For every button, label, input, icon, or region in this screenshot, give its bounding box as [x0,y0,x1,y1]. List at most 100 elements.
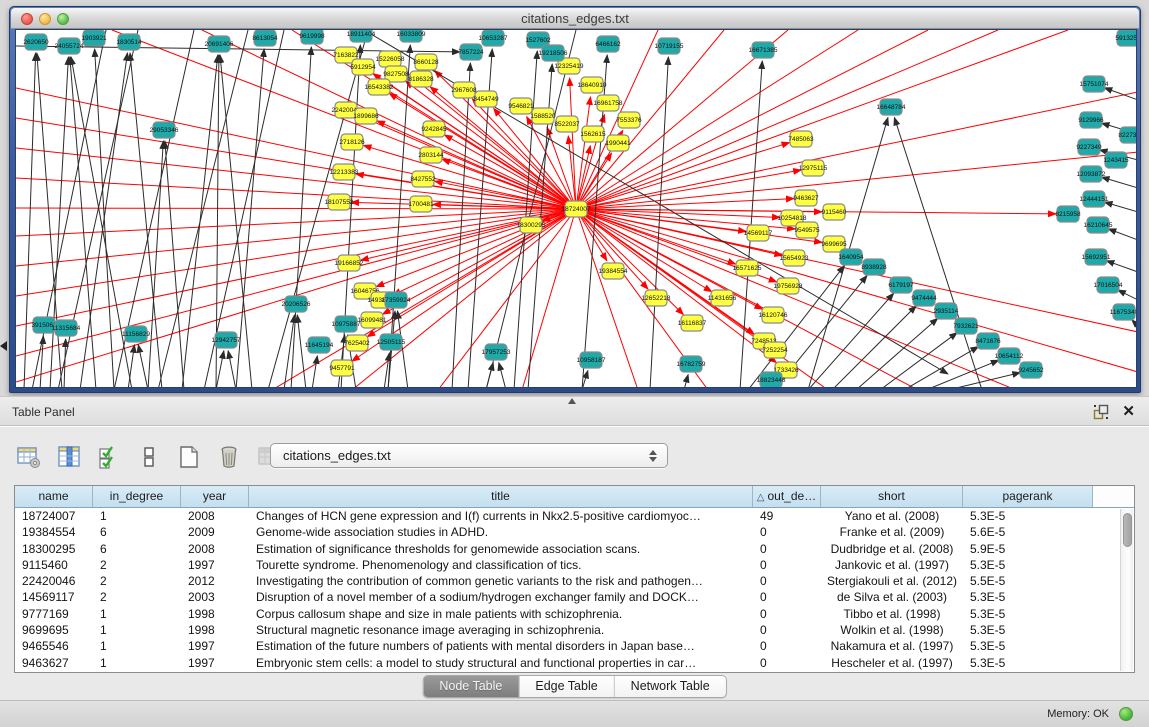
graph-node[interactable]: 16671385 [749,42,778,58]
graph-node[interactable]: 1700481 [408,196,434,212]
show-columns-icon[interactable] [56,444,82,470]
graph-node[interactable]: 6179197 [888,277,914,293]
graph-node[interactable]: 8613054 [252,30,278,46]
table-scrollbar-thumb[interactable] [1123,513,1132,547]
graph-node[interactable]: 1243415 [1103,152,1129,168]
graph-node[interactable]: 11431656 [708,290,737,306]
graph-node[interactable]: 16120746 [759,307,788,323]
graph-node[interactable]: 1640954 [838,249,864,265]
graph-node[interactable]: 15226058 [376,51,405,67]
graph-node[interactable]: 8660128 [413,54,439,70]
graph-node[interactable]: 8471676 [975,333,1001,349]
column-header-in_degree[interactable]: in_degree [93,486,181,507]
graph-node[interactable]: 15751074 [1080,76,1109,92]
graph-node[interactable]: 7857224 [458,44,484,60]
graph-node[interactable]: 16543382 [365,79,394,95]
graph-node[interactable]: 9457791 [329,360,355,376]
graph-node[interactable]: 8427552 [410,171,436,187]
graph-node[interactable]: 11315684 [52,320,81,336]
table-row[interactable]: 1456911722003Disruption of a novel membe… [15,589,1134,605]
graph-node[interactable]: 9549575 [794,222,820,238]
graph-node[interactable]: 10654112 [995,348,1024,364]
graph-node[interactable]: 11156829 [122,326,150,342]
graph-node[interactable]: 10975887 [332,316,361,332]
graph-node[interactable]: 20206526 [282,296,311,312]
graph-node[interactable]: 18300295 [517,217,546,233]
graph-node[interactable]: 9463627 [793,190,819,206]
table-row[interactable]: 969969511998Structural magnetic resonanc… [15,622,1134,638]
graph-node[interactable]: 12975115 [799,160,828,176]
select-all-columns-icon[interactable] [96,444,122,470]
graph-node[interactable]: 7252254 [762,342,788,358]
create-column-icon[interactable] [176,444,202,470]
graph-node[interactable]: 1990441 [605,135,631,151]
graph-node[interactable]: 1562615 [580,126,606,142]
graph-node[interactable]: 18724007 [562,201,591,217]
table-row[interactable]: 1830029562008Estimation of significance … [15,541,1134,557]
delete-columns-icon[interactable] [216,444,242,470]
graph-node[interactable]: 15654923 [780,250,809,266]
graph-node[interactable]: 12093872 [1077,166,1106,182]
graph-node[interactable]: 18107552 [325,194,354,210]
tab-network-table[interactable]: Network Table [615,676,726,697]
table-row[interactable]: 977716911998Corpus callosum shape and si… [15,606,1134,622]
graph-node[interactable]: 8215958 [1055,206,1081,222]
graph-node[interactable]: 10719155 [655,38,684,54]
tab-node-table[interactable]: Node Table [423,676,519,697]
graph-node[interactable]: 1899686 [353,108,379,124]
table-row[interactable]: 1938455462009Genome-wide association stu… [15,524,1134,540]
graph-node[interactable]: 9546821 [508,98,534,114]
left-panel-collapse-arrow-icon[interactable] [0,341,7,351]
graph-node[interactable]: 12505115 [377,334,406,350]
graph-node[interactable]: 1588520 [530,108,556,124]
graph-node[interactable]: 12444151 [1080,191,1109,207]
network-view-canvas[interactable]: 1872400771638228660128591295415226058982… [15,29,1137,388]
unselect-columns-icon[interactable] [136,444,162,470]
graph-node[interactable]: 16099481 [358,312,387,328]
graph-node[interactable]: 18823448 [757,372,786,388]
graph-node[interactable]: 1830514 [116,34,142,50]
column-header-year[interactable]: year [181,486,249,507]
graph-node[interactable]: 7932621 [953,318,979,334]
graph-node[interactable]: 16648784 [877,99,906,115]
graph-node[interactable]: 6466162 [595,36,621,52]
graph-node[interactable]: 8186328 [408,71,434,87]
graph-node[interactable]: 20691406 [205,36,234,52]
table-row[interactable]: 911546021997Tourette syndrome. Phenomeno… [15,557,1134,573]
graph-node[interactable]: 5912954 [350,59,376,75]
graph-node[interactable]: 19166852 [335,255,364,271]
graph-node[interactable]: 17957253 [482,344,511,360]
graph-node[interactable]: 19218506 [539,45,568,61]
table-source-select[interactable]: citations_edges.txt [270,443,668,468]
graph-node[interactable]: 2718126 [339,134,365,150]
memory-ok-indicator-icon[interactable] [1119,707,1133,721]
graph-node[interactable]: 19384554 [599,263,628,279]
graph-node[interactable]: 19756928 [774,278,803,294]
graph-node[interactable]: 10958187 [577,352,606,368]
graph-node[interactable]: 16782759 [677,356,706,372]
column-header-pagerank[interactable]: pagerank [963,486,1093,507]
column-header-short[interactable]: short [821,486,963,507]
graph-node[interactable]: 11645194 [305,337,334,353]
graph-node[interactable]: 16571625 [733,260,762,276]
graph-node[interactable]: 16033809 [397,30,426,42]
graph-node[interactable]: 2803144 [418,147,444,163]
graph-node[interactable]: 16210645 [1084,217,1113,233]
graph-node[interactable]: 9242845 [421,121,447,137]
table-options-icon[interactable] [16,444,42,470]
graph-node[interactable]: 2620650 [23,34,49,50]
graph-node[interactable]: 7553376 [616,112,642,128]
panel-divider-grip-icon[interactable] [568,398,576,404]
tab-edge-table[interactable]: Edge Table [519,676,614,697]
graph-node[interactable]: 9474444 [911,290,937,306]
graph-node[interactable]: 9619998 [299,30,325,44]
graph-node[interactable]: 8454749 [473,91,499,107]
table-row[interactable]: 946362711997Embryonic stem cells: a mode… [15,655,1134,671]
network-window-titlebar[interactable]: citations_edges.txt [11,8,1139,29]
graph-node[interactable]: 8522037 [554,116,580,132]
graph-node[interactable]: 9129966 [1078,112,1104,128]
close-panel-icon[interactable]: ✕ [1122,402,1135,420]
graph-node[interactable]: 15692951 [1082,249,1111,265]
table-row[interactable]: 2242004622012Investigating the contribut… [15,573,1134,589]
graph-node[interactable]: 18911404 [347,30,376,42]
